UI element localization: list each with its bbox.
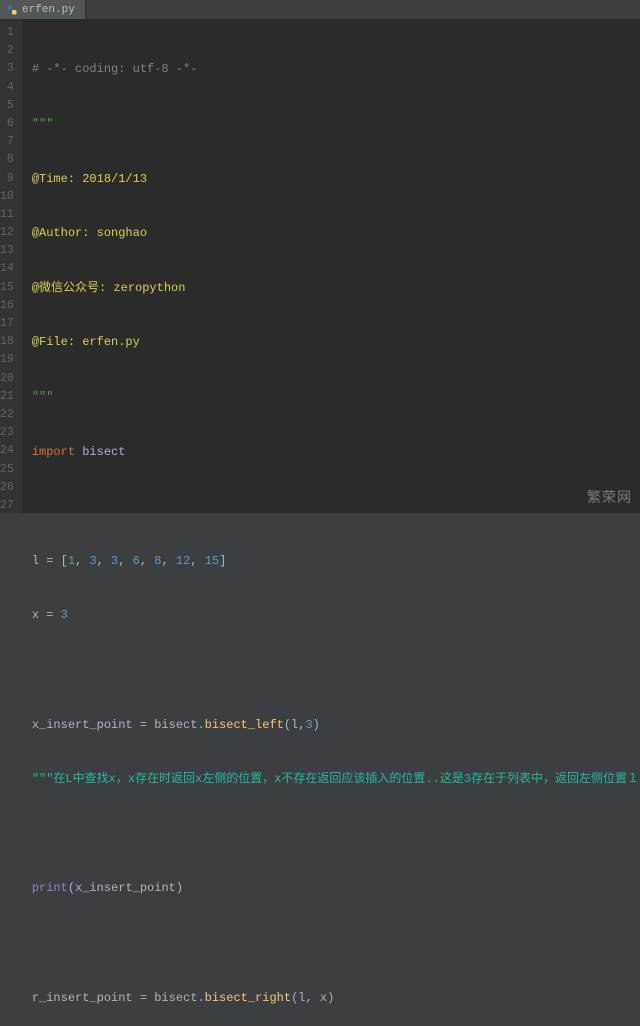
code-text: """ bbox=[32, 117, 54, 131]
line-number: 20 bbox=[0, 370, 14, 388]
code-text: bisect bbox=[75, 445, 125, 459]
code-text: """ bbox=[32, 390, 54, 404]
line-number: 19 bbox=[0, 351, 14, 369]
tab-filename: erfen.py bbox=[22, 4, 75, 16]
line-number: 1 bbox=[0, 24, 14, 42]
line-number: 27 bbox=[0, 497, 14, 515]
code-text: print bbox=[32, 881, 68, 895]
line-number: 7 bbox=[0, 133, 14, 151]
line-number: 16 bbox=[0, 297, 14, 315]
code-text: @微信公众号: zeropython bbox=[32, 281, 186, 295]
line-number: 12 bbox=[0, 224, 14, 242]
line-number: 18 bbox=[0, 333, 14, 351]
line-number: 2 bbox=[0, 42, 14, 60]
code-text: l = [ bbox=[32, 554, 68, 568]
code-text: # -*- coding: utf-8 -*- bbox=[32, 62, 198, 76]
line-number: 10 bbox=[0, 188, 14, 206]
python-file-icon bbox=[6, 4, 18, 16]
code-area[interactable]: # -*- coding: utf-8 -*- """ @Time: 2018/… bbox=[22, 20, 640, 513]
code-text: x = bbox=[32, 608, 61, 622]
code-text: """在L中查找x，x存在时返回x左侧的位置，x不存在返回应该插入的位置..这是… bbox=[32, 772, 640, 786]
line-number: 13 bbox=[0, 242, 14, 260]
line-number: 5 bbox=[0, 97, 14, 115]
line-number: 25 bbox=[0, 461, 14, 479]
watermark: 繁荣网 bbox=[587, 487, 632, 507]
code-text: import bbox=[32, 445, 75, 459]
code-text: r_insert_point = bisect. bbox=[32, 991, 205, 1005]
code-text: @Time: 2018/1/13 bbox=[32, 172, 147, 186]
line-number: 26 bbox=[0, 479, 14, 497]
line-number: 24 bbox=[0, 442, 14, 460]
line-number: 14 bbox=[0, 260, 14, 278]
code-text: @File: erfen.py bbox=[32, 335, 140, 349]
line-number: 11 bbox=[0, 206, 14, 224]
line-number: 6 bbox=[0, 115, 14, 133]
line-number: 4 bbox=[0, 79, 14, 97]
code-text: @Author: songhao bbox=[32, 226, 147, 240]
line-gutter: 1 2 3 4 5 6 7 8 9 10 11 12 13 14 15 16 1… bbox=[0, 20, 22, 513]
line-number: 17 bbox=[0, 315, 14, 333]
line-number: 8 bbox=[0, 151, 14, 169]
code-editor[interactable]: 1 2 3 4 5 6 7 8 9 10 11 12 13 14 15 16 1… bbox=[0, 20, 640, 513]
file-tab[interactable]: erfen.py bbox=[0, 0, 86, 19]
code-text: x_insert_point = bisect. bbox=[32, 718, 205, 732]
line-number: 23 bbox=[0, 424, 14, 442]
tab-bar: erfen.py bbox=[0, 0, 640, 20]
line-number: 9 bbox=[0, 170, 14, 188]
line-number: 22 bbox=[0, 406, 14, 424]
line-number: 15 bbox=[0, 279, 14, 297]
line-number: 21 bbox=[0, 388, 14, 406]
line-number: 3 bbox=[0, 60, 14, 78]
